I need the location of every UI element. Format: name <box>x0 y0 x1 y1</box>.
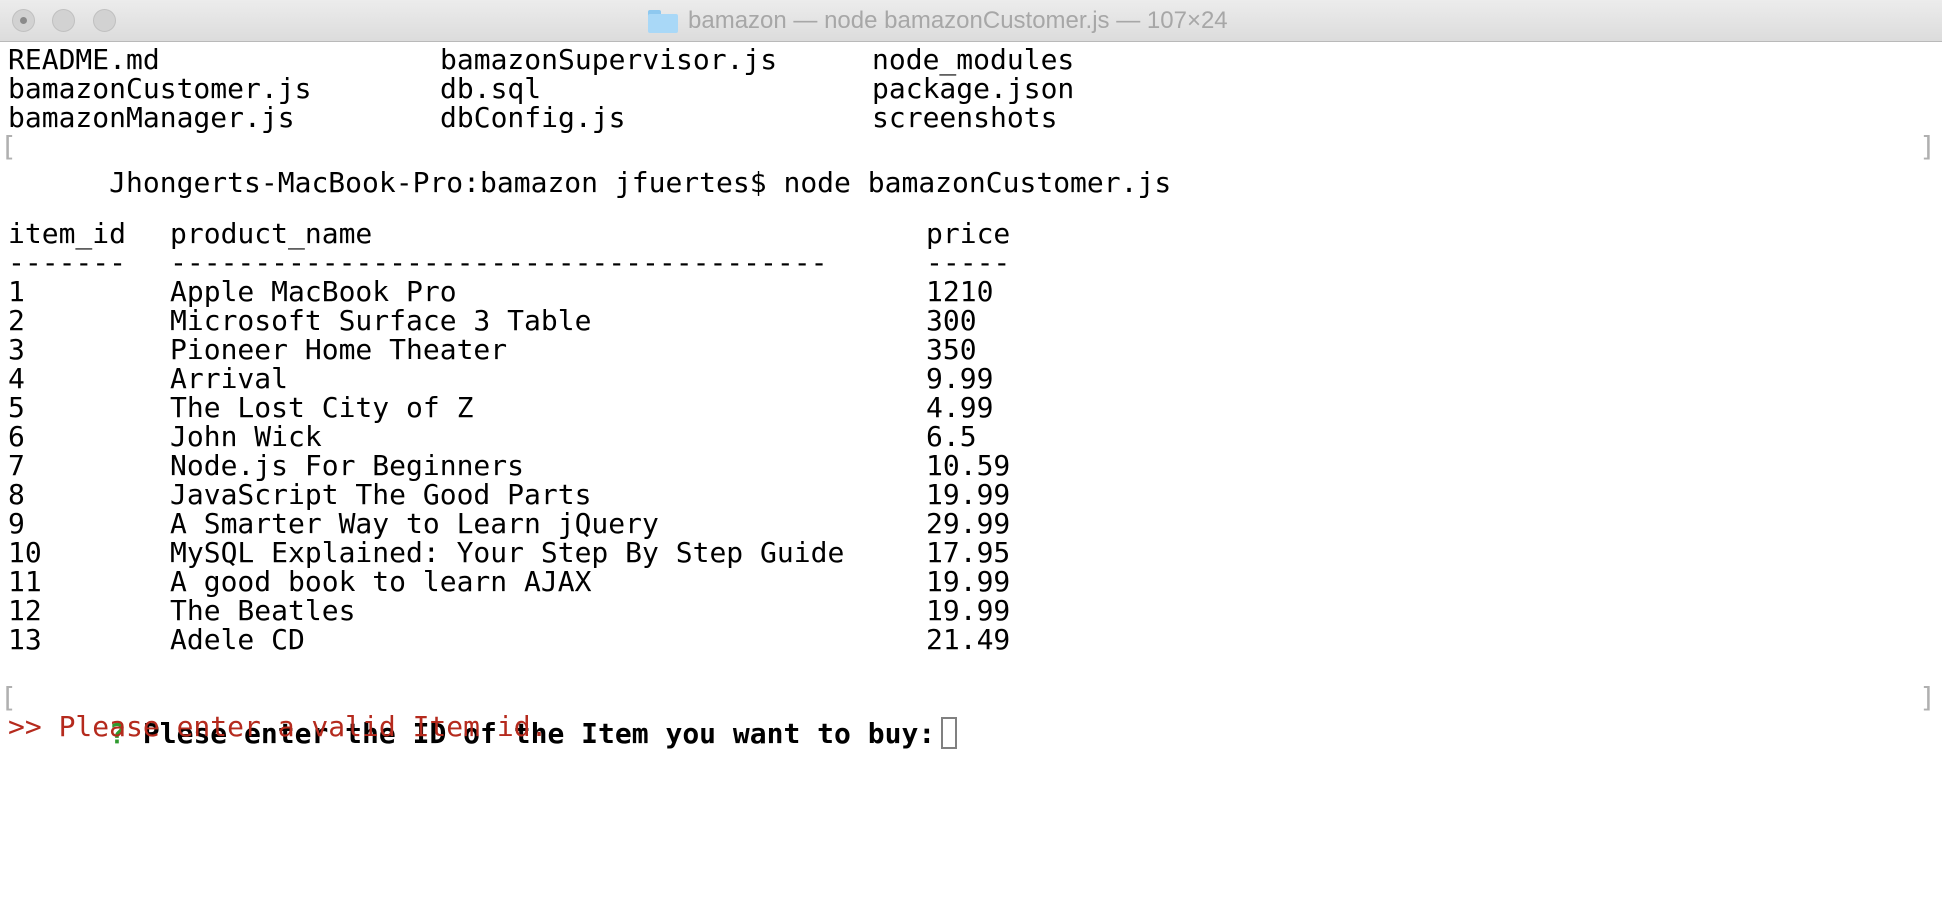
zoom-button[interactable] <box>93 9 116 32</box>
shell-prompt: Jhongerts-MacBook-Pro:bamazon jfuertes$ <box>109 166 767 199</box>
price-cell: 21.49 <box>926 623 1011 656</box>
window-title: bamazon — node bamazonCustomer.js — 107×… <box>648 0 1228 42</box>
terminal-output[interactable]: README.md bamazonSupervisor.js node_modu… <box>0 42 1942 924</box>
command-line: Jhongerts-MacBook-Pro:bamazon jfuertes$ … <box>8 129 1171 199</box>
close-button[interactable] <box>12 9 35 32</box>
input-cursor[interactable] <box>941 717 958 749</box>
validation-error: >> Please enter a valid Item id. <box>8 710 548 743</box>
window-title-text: bamazon — node bamazonCustomer.js — 107×… <box>688 7 1228 34</box>
command-text: node bamazonCustomer.js <box>783 166 1172 199</box>
folder-icon <box>648 9 678 33</box>
minimize-button[interactable] <box>52 9 75 32</box>
product-name-cell: Adele CD <box>170 623 305 656</box>
terminal-window: bamazon — node bamazonCustomer.js — 107×… <box>0 0 1942 924</box>
mark-bracket-right: ] <box>1919 130 1936 163</box>
title-bar[interactable]: bamazon — node bamazonCustomer.js — 107×… <box>0 0 1942 42</box>
mark-bracket-right: ] <box>1919 681 1936 714</box>
item-id-cell: 13 <box>8 623 42 656</box>
table-row: 13 Adele CD 21.49 <box>8 622 1010 658</box>
